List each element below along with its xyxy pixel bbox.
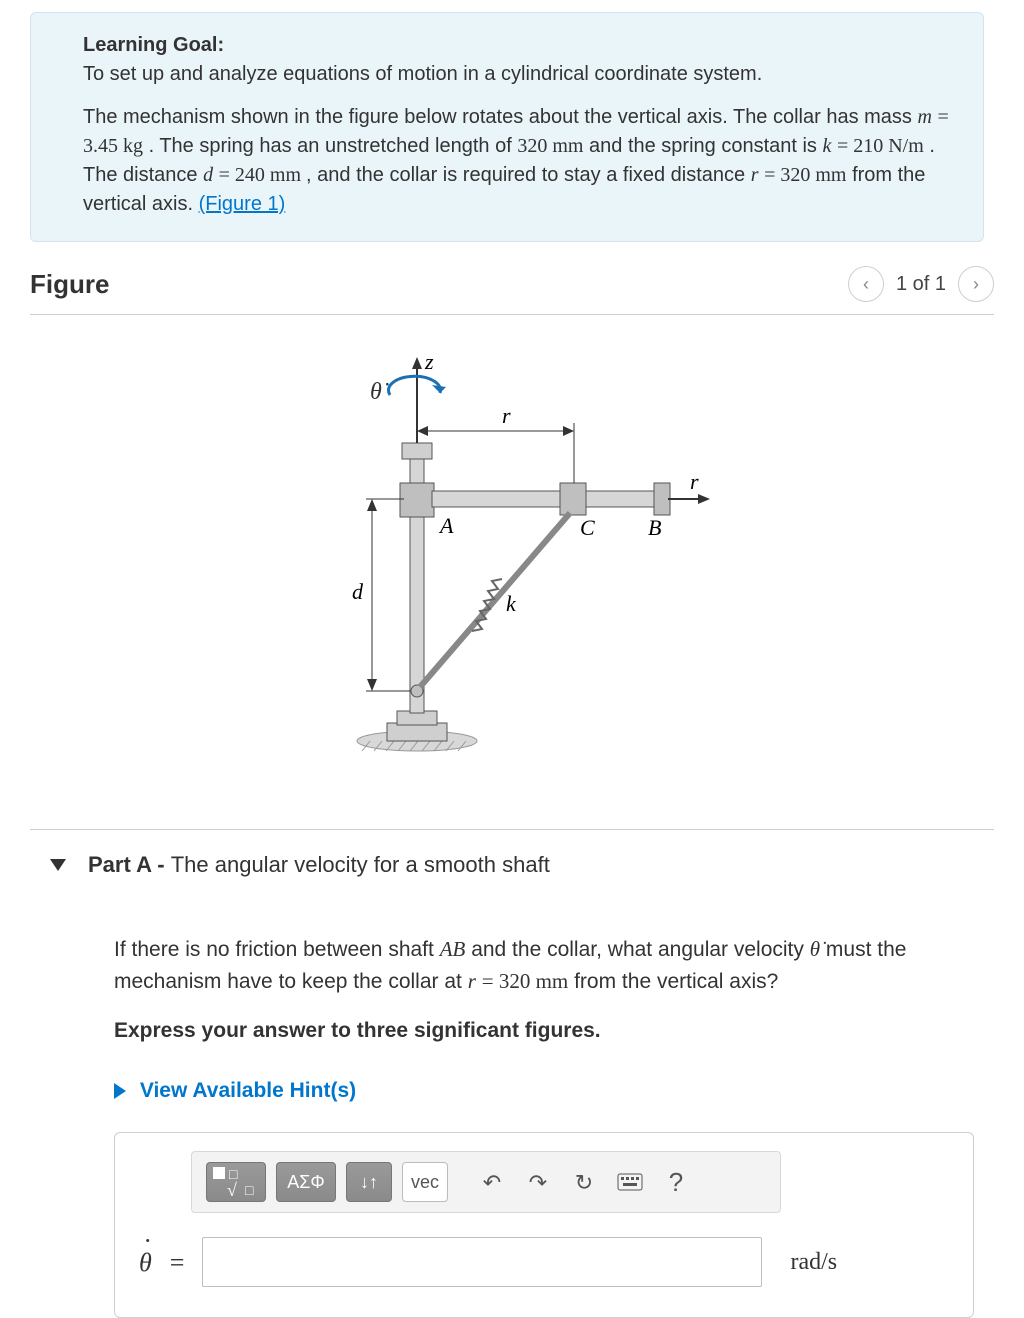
figure-section: Figure ‹ 1 of 1 › — [30, 262, 994, 799]
label-k: k — [506, 591, 517, 616]
part-a-title-prefix: Part A - — [88, 852, 171, 877]
text: , and the collar is required to stay a f… — [306, 164, 751, 186]
learning-goal-heading: Learning Goal: — [83, 34, 224, 56]
pager-next-button[interactable]: › — [958, 266, 994, 302]
answer-var: θ — [139, 1243, 152, 1282]
val-r: = 320 mm — [764, 164, 846, 186]
label-z: z — [424, 349, 434, 374]
text: The mechanism shown in the figure below … — [83, 106, 917, 128]
text: . The spring has an unstretched length o… — [149, 135, 518, 157]
var-k: k — [823, 135, 832, 157]
text: If there is no friction between shaft — [114, 938, 440, 961]
answer-unit: rad/s — [790, 1244, 837, 1280]
var-ab: AB — [440, 937, 466, 961]
vec-button[interactable]: vec — [402, 1162, 448, 1202]
part-a-header[interactable]: Part A - The angular velocity for a smoo… — [50, 852, 994, 878]
label-theta-dot: θ̇ — [370, 379, 389, 405]
hints-label: View Available Hint(s) — [140, 1079, 356, 1102]
label-c: C — [580, 515, 595, 540]
label-d: d — [352, 579, 364, 604]
templates-button[interactable]: □ √ □ — [206, 1162, 266, 1202]
divider — [30, 314, 994, 315]
caret-down-icon — [50, 859, 66, 871]
figure-diagram: z θ̇ r r d A B C k — [30, 333, 994, 799]
answer-input[interactable] — [202, 1237, 762, 1287]
var-m: m — [917, 106, 931, 128]
undo-button[interactable]: ↶ — [474, 1162, 510, 1202]
pager-text: 1 of 1 — [896, 273, 946, 296]
part-a-title-text: The angular velocity for a smooth shaft — [171, 852, 550, 877]
val-m: 3.45 kg — [83, 135, 143, 157]
label-a: A — [438, 513, 454, 538]
text: = — [482, 969, 499, 993]
var-r: r — [468, 969, 476, 993]
var-d: d — [203, 164, 213, 186]
part-a-body: If there is no friction between shaft AB… — [114, 934, 974, 1318]
view-hints-link[interactable]: View Available Hint(s) — [114, 1075, 974, 1107]
pager-prev-button[interactable]: ‹ — [848, 266, 884, 302]
label-r-right: r — [690, 469, 699, 494]
figure-title: Figure — [30, 269, 109, 300]
part-a-question: If there is no friction between shaft AB… — [114, 934, 974, 997]
val-d: = 240 mm — [219, 164, 306, 186]
val-r: 320 mm — [499, 969, 568, 993]
text: and the spring constant is — [589, 135, 822, 157]
figure-pager: ‹ 1 of 1 › — [848, 266, 994, 302]
text: from the vertical axis? — [574, 970, 778, 993]
learning-goal-box: Learning Goal: To set up and analyze equ… — [30, 12, 984, 242]
label-r-top: r — [502, 403, 511, 428]
keyboard-button[interactable] — [612, 1162, 648, 1202]
var-theta-dot: θ̇ — [810, 937, 820, 961]
help-button[interactable]: ? — [658, 1162, 694, 1202]
equation-toolbar: □ √ □ ΑΣΦ ↓↑ vec ↶ ↷ ↻ ? — [191, 1151, 781, 1213]
redo-button[interactable]: ↷ — [520, 1162, 556, 1202]
label-b: B — [648, 515, 661, 540]
learning-goal-body: The mechanism shown in the figure below … — [83, 103, 955, 219]
text: and the collar, what angular velocity — [471, 938, 810, 961]
part-a-section: Part A - The angular velocity for a smoo… — [30, 829, 994, 1318]
equals-sign: = — [170, 1243, 185, 1282]
val-k: = 210 N/m — [837, 135, 924, 157]
part-a-title: Part A - The angular velocity for a smoo… — [88, 852, 550, 878]
var-r: r — [751, 164, 759, 186]
sub-sup-button[interactable]: ↓↑ — [346, 1162, 392, 1202]
figure-1-link[interactable]: (Figure 1) — [199, 193, 286, 215]
val-length: 320 mm — [517, 135, 583, 157]
greek-button[interactable]: ΑΣΦ — [276, 1162, 336, 1202]
reset-button[interactable]: ↻ — [566, 1162, 602, 1202]
answer-box: □ √ □ ΑΣΦ ↓↑ vec ↶ ↷ ↻ ? θ = — [114, 1132, 974, 1318]
part-a-instruction: Express your answer to three significant… — [114, 1015, 974, 1047]
learning-goal-line1: To set up and analyze equations of motio… — [83, 60, 955, 89]
answer-row: θ = rad/s — [135, 1237, 953, 1287]
caret-right-icon — [114, 1083, 126, 1099]
text: = — [938, 106, 949, 128]
